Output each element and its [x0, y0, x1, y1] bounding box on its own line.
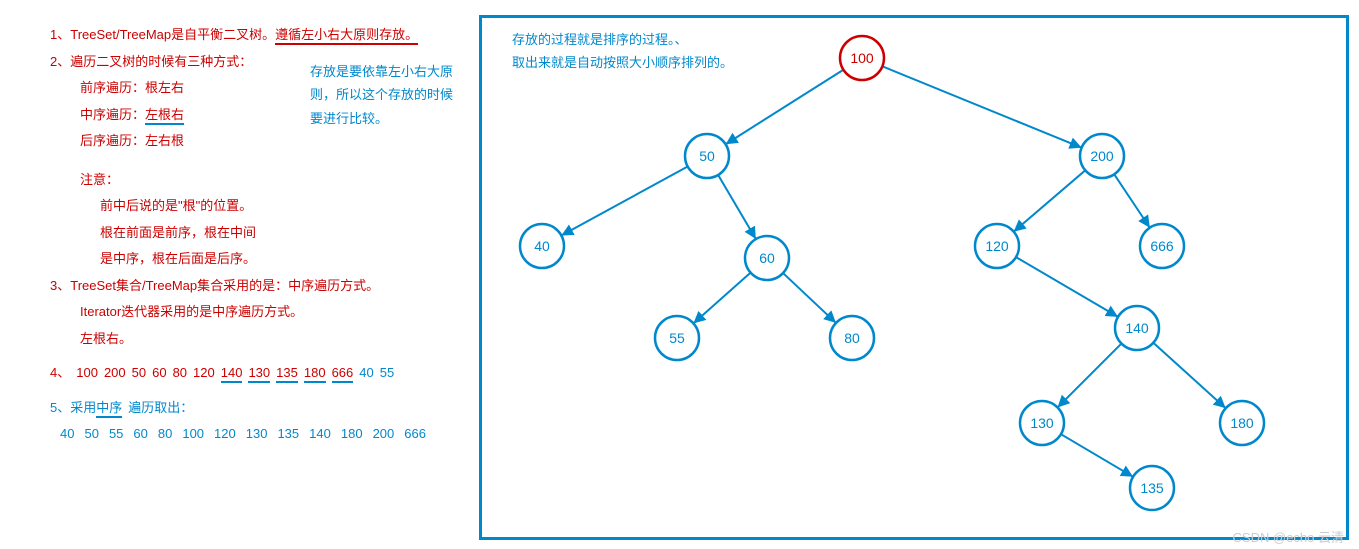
- tree-node: 60: [745, 236, 789, 280]
- tree-node: 100: [840, 36, 884, 80]
- tree-edge: [1058, 344, 1122, 408]
- tree-edge: [561, 167, 687, 236]
- seq-item: 200: [104, 365, 126, 380]
- tree-svg: 40 50 55 60 80 100 120 130 135 140 180 200 666: [482, 18, 1346, 537]
- point-5-seq: 40 50 55 60 80 100 120 130 135 140 180 200 666: [60, 424, 480, 444]
- blue-note-l2: 则，所以这个存放的时候: [310, 83, 460, 106]
- tree-diagram-box: 存放的过程就是排序的过程。、 取出来就是自动按照大小顺序排列的。 4050556…: [479, 15, 1349, 540]
- tree-edge: [726, 70, 844, 144]
- tree-node: 666: [1140, 224, 1184, 268]
- tree-node-label: 666: [1150, 238, 1174, 254]
- tree-node: 40: [520, 224, 564, 268]
- tree-node-label: 140: [1125, 320, 1149, 336]
- tree-node-label: 80: [844, 330, 860, 346]
- inorder-prefix: 中序遍历：: [80, 107, 145, 122]
- tree-edge: [693, 273, 750, 324]
- tree-node-label: 130: [1030, 415, 1054, 431]
- inorder-seq-item: 130: [246, 426, 268, 441]
- inorder-seq-item: 60: [133, 426, 147, 441]
- seq-item: 666: [332, 365, 354, 383]
- tree-node-label: 100: [850, 50, 874, 66]
- point-3c: 左根右。: [80, 329, 480, 349]
- seq-item: 50: [132, 365, 146, 380]
- tree-node: 80: [830, 316, 874, 360]
- tree-edge: [1061, 434, 1133, 477]
- p4-prefix: 4、: [50, 365, 70, 380]
- blue-side-note: 存放是要依靠左小右大原 则，所以这个存放的时候 要进行比较。: [310, 60, 460, 130]
- seq-item: 80: [173, 365, 187, 380]
- seq-item: 120: [193, 365, 215, 380]
- tree-edge: [882, 66, 1081, 147]
- inorder-seq-item: 180: [341, 426, 363, 441]
- inorder-seq-item: 120: [214, 426, 236, 441]
- tree-node: 200: [1080, 134, 1124, 178]
- watermark: CSDN @echo 云清: [1233, 527, 1344, 546]
- p1-text: 1、TreeSet/TreeMap是自平衡二叉树。: [50, 27, 275, 42]
- inorder-seq-item: 666: [404, 426, 426, 441]
- seq-item: 135: [276, 365, 298, 383]
- note-3: 是中序，根在后面是后序。: [100, 249, 480, 269]
- inorder-seq-item: 100: [182, 426, 204, 441]
- point-3b: Iterator迭代器采用的是中序遍历方式。: [80, 302, 480, 322]
- tree-node: 135: [1130, 466, 1174, 510]
- tree-node-label: 40: [534, 238, 550, 254]
- tree-node-label: 200: [1090, 148, 1114, 164]
- note-title: 注意：: [80, 170, 480, 190]
- tree-edge: [1014, 170, 1086, 231]
- tree-node-label: 50: [699, 148, 715, 164]
- blue-note-l1: 存放是要依靠左小右大原: [310, 60, 460, 83]
- p5-label: 5、采用中序遍历取出：: [50, 400, 193, 415]
- inorder-seq-item: 140: [309, 426, 331, 441]
- inorder-seq-item: 200: [373, 426, 395, 441]
- tree-node-label: 120: [985, 238, 1009, 254]
- note-1: 前中后说的是"根"的位置。: [100, 196, 480, 216]
- inorder-seq-item: 40: [60, 426, 74, 441]
- tree-node-label: 180: [1230, 415, 1254, 431]
- inorder-seq-item: 50: [84, 426, 98, 441]
- tree-edge: [718, 175, 756, 239]
- tree-node: 55: [655, 316, 699, 360]
- tree-node: 130: [1020, 401, 1064, 445]
- tree-edge: [1153, 343, 1225, 408]
- inorder-seq-item: 80: [158, 426, 172, 441]
- point-1: 1、TreeSet/TreeMap是自平衡二叉树。遵循左小右大原则存放。: [50, 25, 480, 45]
- tree-node: 120: [975, 224, 1019, 268]
- blue-note-l3: 要进行比较。: [310, 107, 460, 130]
- tree-edge: [1114, 174, 1150, 227]
- seq-item: 180: [304, 365, 326, 383]
- point-4: 4、 100 200 50 60 80 120 140 130 135 180 666 40 55: [50, 363, 480, 383]
- tree-node: 140: [1115, 306, 1159, 350]
- p1-underlined: 遵循左小右大原则存放。: [275, 27, 418, 45]
- seq-item: 100: [76, 365, 98, 380]
- point-3a: 3、TreeSet集合/TreeMap集合采用的是：中序遍历方式。: [50, 276, 480, 296]
- tree-node-label: 60: [759, 250, 775, 266]
- seq-item: 130: [248, 365, 270, 383]
- tree-edge: [1016, 257, 1118, 317]
- tree-node-label: 135: [1140, 480, 1164, 496]
- left-text-panel: 1、TreeSet/TreeMap是自平衡二叉树。遵循左小右大原则存放。 2、遍…: [50, 25, 480, 451]
- seq-item: 60: [152, 365, 166, 380]
- inorder-val: 左根右: [145, 107, 184, 125]
- tree-node: 50: [685, 134, 729, 178]
- note-2: 根在前面是前序，根在中间: [100, 223, 480, 243]
- tree-edge: [783, 273, 836, 323]
- tree-node-label: 55: [669, 330, 685, 346]
- seq-item-blue: 40: [359, 365, 373, 380]
- inorder-seq-item: 135: [277, 426, 299, 441]
- seq-item: 140: [221, 365, 243, 383]
- tree-node: 180: [1220, 401, 1264, 445]
- postorder: 后序遍历：左右根: [80, 131, 480, 151]
- inorder-seq-item: 55: [109, 426, 123, 441]
- point-5: 5、采用中序遍历取出：: [50, 398, 480, 418]
- seq-item-blue: 55: [380, 365, 394, 380]
